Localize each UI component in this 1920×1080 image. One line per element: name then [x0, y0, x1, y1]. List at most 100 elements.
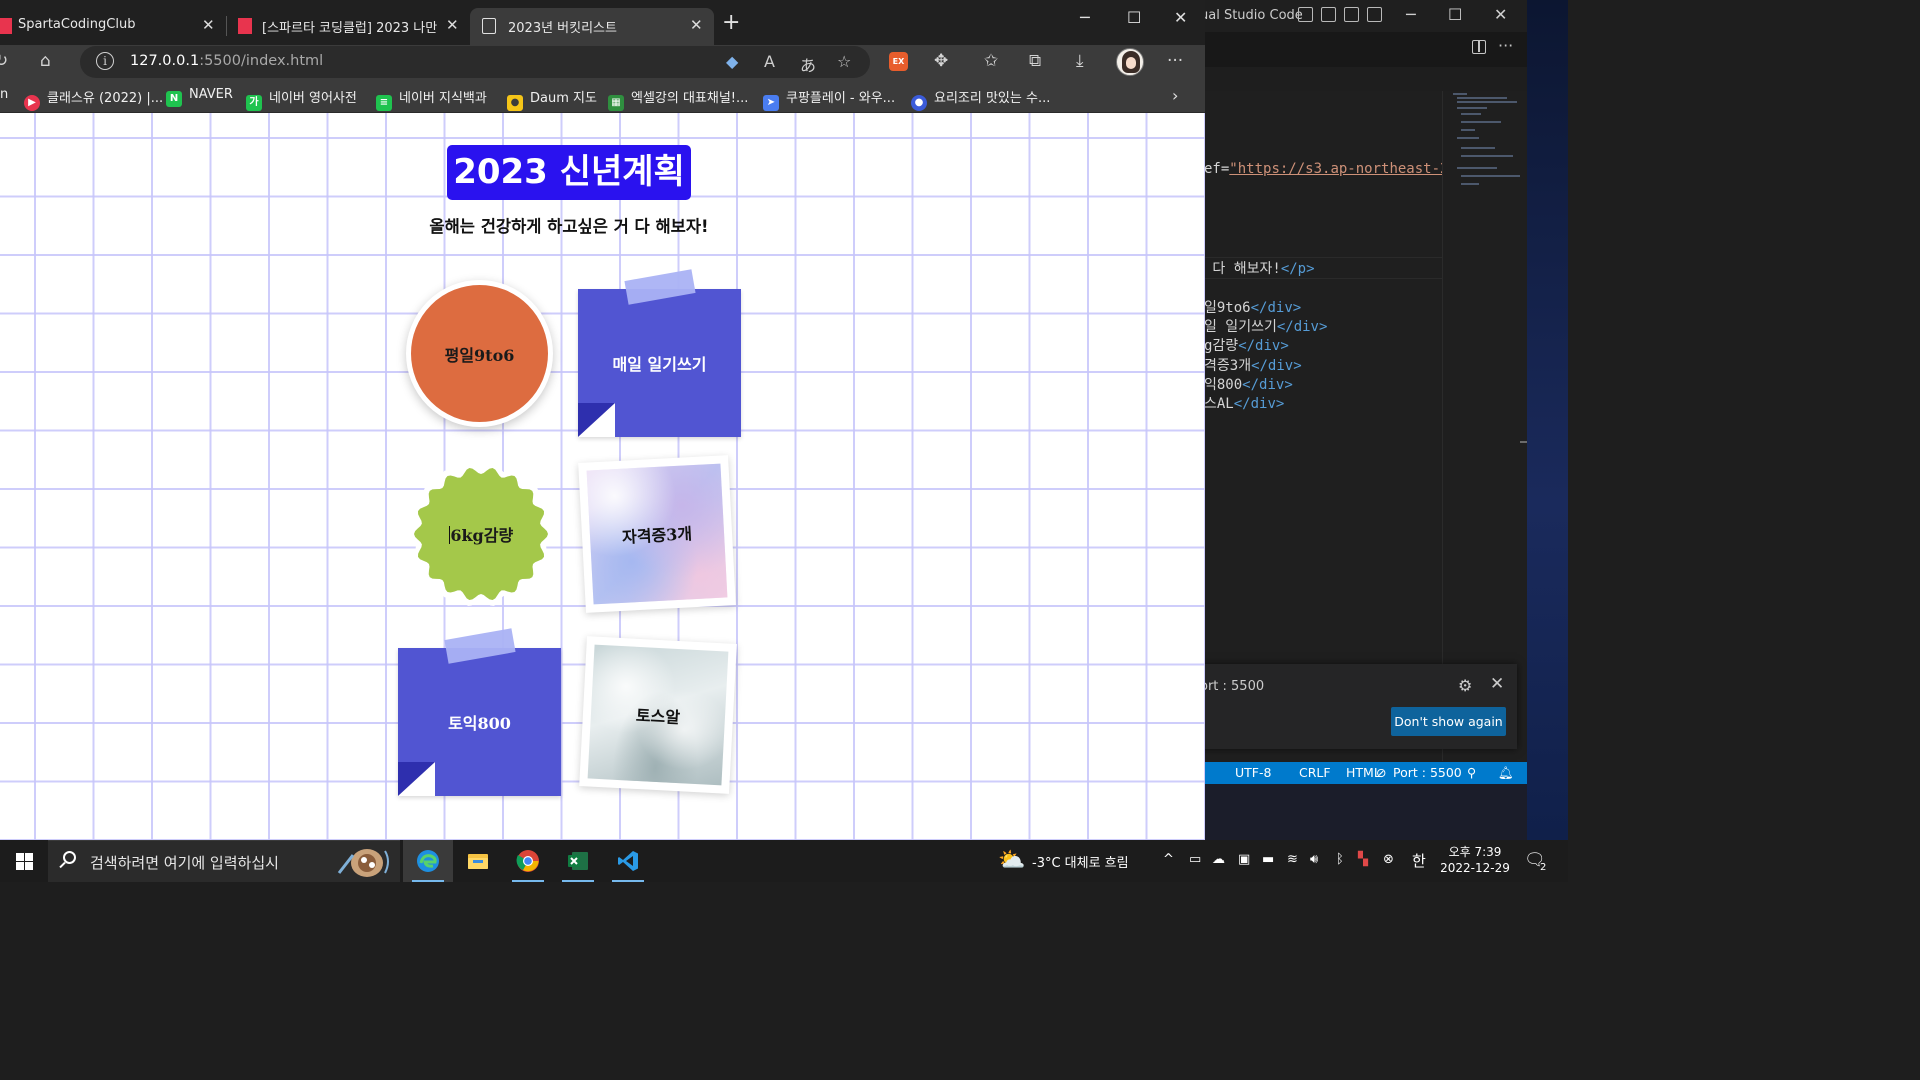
wifi-icon[interactable]: ≋ — [1287, 852, 1298, 867]
close-window-icon[interactable]: ✕ — [1174, 8, 1187, 27]
refresh-icon[interactable]: ↻ — [0, 51, 8, 71]
weather-text[interactable]: -3°C 대체로 흐림 — [1032, 852, 1129, 871]
settings-more-icon[interactable]: ··· — [1167, 51, 1183, 71]
translate-icon[interactable]: あ — [800, 52, 816, 76]
taskbar-excel[interactable] — [553, 840, 603, 882]
taskbar-vscode[interactable] — [603, 840, 653, 882]
code-url[interactable]: "https://s3.ap-northeast-2. — [1229, 161, 1457, 177]
minimize-icon[interactable]: ─ — [1080, 8, 1090, 27]
chevron-right-icon[interactable]: › — [1172, 86, 1178, 105]
minimap[interactable] — [1442, 91, 1521, 761]
onedrive-icon[interactable]: ☁ — [1212, 852, 1225, 867]
status-port[interactable]: Port : 5500 — [1393, 765, 1462, 780]
taskbar-file-explorer[interactable] — [453, 840, 503, 882]
toggle-primary-sidebar-icon[interactable] — [1298, 7, 1313, 22]
favorites-icon[interactable]: ✩ — [984, 51, 998, 71]
code-tag: </div> — [1238, 338, 1289, 354]
bookmark-naver-terms[interactable]: ≡ 네이버 지식백과 — [376, 87, 487, 111]
tab-spartacodingclub[interactable]: SpartaCodingClub ✕ — [0, 8, 222, 45]
code-editor[interactable]: ef="https://s3.ap-northeast-2. 다 해보자!</p… — [1180, 91, 1457, 761]
code-tag: </div> — [1233, 396, 1285, 412]
url-text[interactable]: 127.0.0.1:5500/index.html — [130, 53, 323, 69]
code-text: 격증3개 — [1204, 358, 1252, 374]
bookmark-naver[interactable]: N NAVER — [166, 87, 233, 107]
taskbar-chrome[interactable] — [503, 840, 553, 882]
add-favorite-icon[interactable]: ☆ — [837, 52, 851, 71]
ime-indicator[interactable]: 한 — [1412, 850, 1426, 871]
bookmark-excel[interactable]: ▦ 엑셀강의 대표채널!... — [608, 87, 748, 111]
code-line-subtitle: 다 해보자!</p> — [1204, 257, 1444, 279]
new-tab-icon[interactable]: + — [722, 10, 740, 35]
bookmark-naver-dict[interactable]: 가 네이버 영어사전 — [246, 87, 357, 111]
desktop-area — [1180, 784, 1568, 840]
dont-show-again-button[interactable]: Don't show again — [1391, 707, 1506, 736]
weather-cloud-icon[interactable]: ⛅ — [998, 848, 1025, 873]
goal-badge: 6kg감량 — [408, 461, 554, 607]
collections-icon[interactable]: ⧉ — [1029, 51, 1041, 71]
goal-label: 6kg감량 — [450, 526, 514, 545]
meet-now-icon[interactable]: ▭ — [1189, 852, 1201, 867]
coupon-tag-icon[interactable]: ◆ — [726, 52, 738, 71]
system-clock[interactable]: 오후 7:39 2022-12-29 — [1440, 844, 1510, 876]
chrome-icon — [516, 850, 539, 872]
close-tab-icon[interactable]: ✕ — [690, 16, 703, 34]
bluetooth-icon[interactable]: ᛒ — [1336, 852, 1344, 867]
notification-count: 2 — [1540, 862, 1547, 873]
more-actions-icon[interactable]: ··· — [1498, 36, 1513, 55]
close-tab-icon[interactable]: ✕ — [446, 16, 459, 34]
status-encoding[interactable]: UTF-8 — [1235, 765, 1271, 780]
tab-title: SpartaCodingClub — [18, 17, 136, 32]
no-sync-icon[interactable]: ⊗ — [1383, 852, 1394, 867]
bookmark-classu[interactable]: ▶ 클래스유 (2022) |... — [24, 87, 163, 111]
vscode-close-icon[interactable]: ✕ — [1494, 5, 1507, 24]
gear-icon[interactable]: ⚙ — [1458, 676, 1472, 695]
vscode-minimize-icon[interactable]: ─ — [1406, 5, 1416, 24]
battery-icon[interactable]: ▬ — [1262, 852, 1274, 867]
browser-window: SpartaCodingClub ✕ [스파르타 코딩클럽] 2023 나만의 … — [0, 0, 1205, 840]
vscode-window: ual Studio Code ─ ☐ ✕ ··· ef="https://s3… — [1180, 0, 1568, 840]
toggle-panel-icon[interactable] — [1321, 7, 1336, 22]
app-tray-icon[interactable]: ▚ — [1358, 852, 1368, 867]
code-tag: </div> — [1276, 319, 1328, 335]
close-icon[interactable]: ✕ — [1490, 674, 1504, 694]
read-aloud-icon[interactable]: A — [764, 52, 775, 71]
search-icon — [63, 851, 76, 864]
home-icon[interactable]: ⌂ — [40, 51, 51, 71]
bookmark-daum-map[interactable]: ● Daum 지도 — [507, 87, 597, 111]
extensions-icon[interactable]: ✥ — [934, 51, 948, 71]
tab-bucketlist[interactable]: 2023년 버킷리스트 ✕ — [470, 8, 714, 45]
tab-sparta-event[interactable]: [스파르타 코딩클럽] 2023 나만의 ✕ — [228, 8, 468, 45]
taskbar-edge[interactable] — [403, 840, 453, 882]
search-doodle-icon[interactable] — [331, 843, 393, 881]
no-entry-icon: ⊘ — [1376, 765, 1387, 780]
close-tab-icon[interactable]: ✕ — [202, 16, 215, 34]
profile-avatar[interactable] — [1116, 48, 1144, 76]
address-bar[interactable]: i 127.0.0.1:5500/index.html ◆ A あ ☆ — [80, 46, 870, 78]
windows-start-icon[interactable] — [16, 853, 33, 870]
taskbar-search[interactable]: 검색하려면 여기에 입력하십시 — [48, 840, 400, 882]
feedback-icon[interactable]: ⚲ — [1467, 765, 1476, 780]
display-icon[interactable]: ▣ — [1238, 852, 1250, 867]
extension-ex-icon[interactable]: EX — [889, 52, 908, 71]
volume-icon[interactable]: 🔊︎ — [1310, 852, 1318, 867]
maximize-icon[interactable]: ☐ — [1127, 8, 1141, 27]
downloads-icon[interactable]: ⤓ — [1076, 51, 1084, 71]
vscode-maximize-icon[interactable]: ☐ — [1448, 5, 1462, 24]
code-text: 일 일기쓰기 — [1204, 319, 1277, 335]
customize-layout-icon[interactable] — [1367, 7, 1382, 22]
search-placeholder: 검색하려면 여기에 입력하십시 — [90, 854, 279, 872]
clock-time: 오후 7:39 — [1448, 845, 1502, 859]
code-line-link: ef="https://s3.ap-northeast-2. — [1204, 161, 1457, 177]
bookmark-coupangplay[interactable]: ➤ 쿠팡플레이 - 와우... — [763, 87, 895, 111]
site-info-icon[interactable]: i — [96, 52, 114, 70]
page-favicon-icon — [482, 18, 496, 34]
bell-icon[interactable]: 🔔︎ — [1498, 765, 1514, 781]
tape-decoration — [624, 269, 696, 305]
status-eol[interactable]: CRLF — [1299, 765, 1331, 780]
bookmark-recipe[interactable]: ● 요리조리 맛있는 수... — [911, 87, 1050, 111]
split-editor-icon[interactable] — [1472, 40, 1486, 54]
code-line-goal: 스AL</div> — [1204, 393, 1284, 413]
chevron-up-icon[interactable]: ^ — [1163, 852, 1174, 867]
toggle-secondary-sidebar-icon[interactable] — [1344, 7, 1359, 22]
bookmark-cropped[interactable]: n — [0, 87, 8, 102]
